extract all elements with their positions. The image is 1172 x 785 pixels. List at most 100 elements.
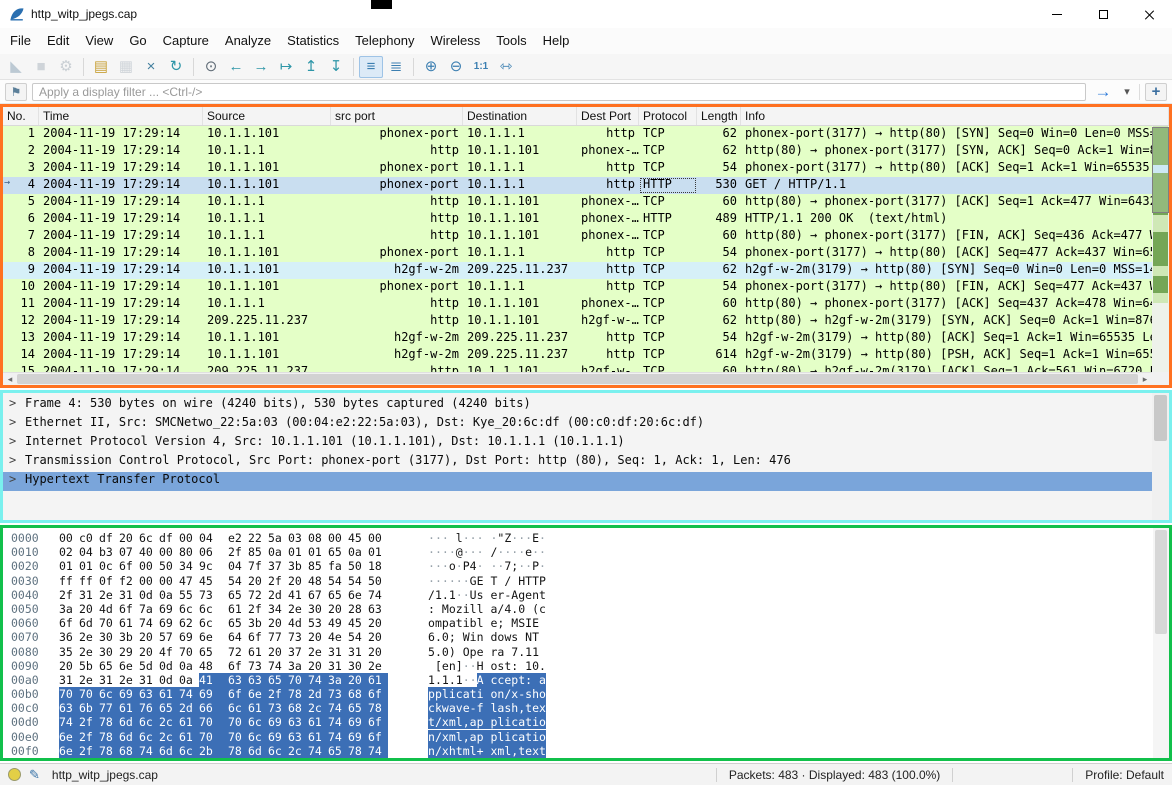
close-button[interactable] [1126,0,1172,28]
ascii-char[interactable]: v [456,701,463,715]
hex-byte[interactable]: 77 [268,630,288,644]
packet-row-8[interactable]: 82004-11-19 17:29:1410.1.1.101phonex-por… [3,245,1152,262]
hex-byte[interactable]: 00 [139,559,159,573]
column-header-length[interactable]: Length [697,107,741,125]
ascii-char[interactable]: m [449,715,456,729]
packet-row-9[interactable]: 92004-11-19 17:29:1410.1.1.101h2gf-w-2m2… [3,262,1152,279]
ascii-char[interactable]: · [442,531,449,545]
ascii-char[interactable]: U [470,588,477,602]
hex-byte[interactable]: 7a [139,602,159,616]
hex-byte[interactable]: 0f [99,574,119,588]
hex-byte[interactable]: 30 [99,645,119,659]
hex-byte[interactable]: 3b [288,559,308,573]
ascii-char[interactable]: l [456,730,463,744]
hex-byte[interactable]: 50 [368,574,388,588]
hex-byte[interactable]: 67 [308,588,328,602]
hex-byte[interactable]: 6e [199,630,219,644]
column-header-destination[interactable]: Destination [463,107,577,125]
ascii-char[interactable] [449,531,456,545]
ascii-char[interactable]: T [532,574,539,588]
hex-byte[interactable]: 2c [288,744,308,758]
ascii-char[interactable]: · [463,659,470,673]
go-forward-button[interactable]: → [249,56,273,78]
hex-byte[interactable]: 74 [308,744,328,758]
hex-byte[interactable]: 65 [159,701,179,715]
hex-byte[interactable]: 70 [228,715,248,729]
hex-byte[interactable]: 76 [139,701,159,715]
ascii-char[interactable]: · [435,545,442,559]
hex-byte[interactable]: 6f [228,687,248,701]
hex-byte[interactable]: 20 [119,531,139,545]
details-vscroll[interactable] [1152,393,1169,520]
hex-byte[interactable]: 70 [288,673,308,687]
hex-byte[interactable]: 61 [119,616,139,630]
ascii-char[interactable]: l [456,531,463,545]
hex-byte[interactable]: 74 [308,673,328,687]
hex-byte[interactable]: 69 [348,730,368,744]
ascii-char[interactable]: n [428,744,435,758]
hex-byte[interactable]: 00 [159,545,179,559]
ascii-char[interactable]: o [449,559,456,573]
ascii-char[interactable]: · [428,559,435,573]
hex-byte[interactable]: 2f [268,574,288,588]
hex-byte[interactable]: 2c [308,701,328,715]
ascii-char[interactable]: · [456,574,463,588]
hex-byte[interactable]: 64 [228,630,248,644]
ascii-char[interactable]: t [456,744,463,758]
menu-item-edit[interactable]: Edit [39,28,77,54]
hex-byte[interactable]: 61 [248,645,268,659]
hex-byte[interactable]: 45 [199,574,219,588]
ascii-char[interactable]: a [539,673,546,687]
ascii-char[interactable]: : [428,602,435,616]
ascii-char[interactable]: 1 [435,588,442,602]
ascii-char[interactable]: m [435,616,442,630]
ascii-char[interactable]: i [470,630,477,644]
ascii-char[interactable]: p [435,687,442,701]
hex-byte[interactable]: 00 [139,574,159,588]
hex-byte[interactable]: 63 [288,715,308,729]
hex-byte[interactable]: 41 [288,588,308,602]
hex-byte[interactable]: 70 [179,645,199,659]
hex-byte[interactable]: 61 [248,701,268,715]
display-filter-input[interactable] [32,83,1086,101]
hex-byte[interactable]: 0d [159,659,179,673]
ascii-char[interactable]: 0 [442,630,449,644]
column-header-dest_port[interactable]: Dest Port [577,107,639,125]
ascii-char[interactable] [456,630,463,644]
hex-byte[interactable]: 73 [248,659,268,673]
hex-byte[interactable]: 45 [348,531,368,545]
hex-byte[interactable]: 01 [288,545,308,559]
hex-byte[interactable]: 54 [328,574,348,588]
hex-byte[interactable]: 61 [308,715,328,729]
capture-comment-icon[interactable]: ✎ [29,767,40,783]
hex-byte[interactable]: 6b [79,701,99,715]
bytes-vscroll-thumb[interactable] [1155,530,1167,634]
ascii-char[interactable]: · [463,574,470,588]
ascii-char[interactable]: T [532,630,539,644]
hex-byte[interactable]: 31 [119,588,139,602]
hex-byte[interactable]: 55 [179,588,199,602]
hex-byte[interactable]: 63 [248,673,268,687]
hex-byte[interactable]: 2e [99,588,119,602]
ascii-char[interactable]: ] [456,659,463,673]
ascii-char[interactable]: O [463,645,470,659]
hex-byte[interactable]: 63 [139,687,159,701]
hex-byte[interactable]: 73 [288,630,308,644]
hex-byte[interactable]: 70 [79,687,99,701]
hex-byte[interactable]: 49 [328,616,348,630]
ascii-char[interactable]: . [442,588,449,602]
ascii-char[interactable]: · [477,545,484,559]
hex-byte[interactable]: 20 [268,616,288,630]
ascii-char[interactable]: · [539,559,546,573]
hex-byte[interactable]: 2e [79,673,99,687]
hex-byte[interactable]: 31 [79,588,99,602]
hex-byte[interactable]: 70 [199,715,219,729]
hex-byte[interactable]: 48 [199,659,219,673]
ascii-char[interactable]: n [477,630,484,644]
hex-byte[interactable]: 40 [139,545,159,559]
hex-byte[interactable]: 00 [179,531,199,545]
hex-byte[interactable]: 20 [348,673,368,687]
expand-chevron-icon[interactable]: > [9,396,25,410]
packet-row-13[interactable]: 132004-11-19 17:29:1410.1.1.101h2gf-w-2m… [3,330,1152,347]
ascii-char[interactable]: l [470,744,477,758]
